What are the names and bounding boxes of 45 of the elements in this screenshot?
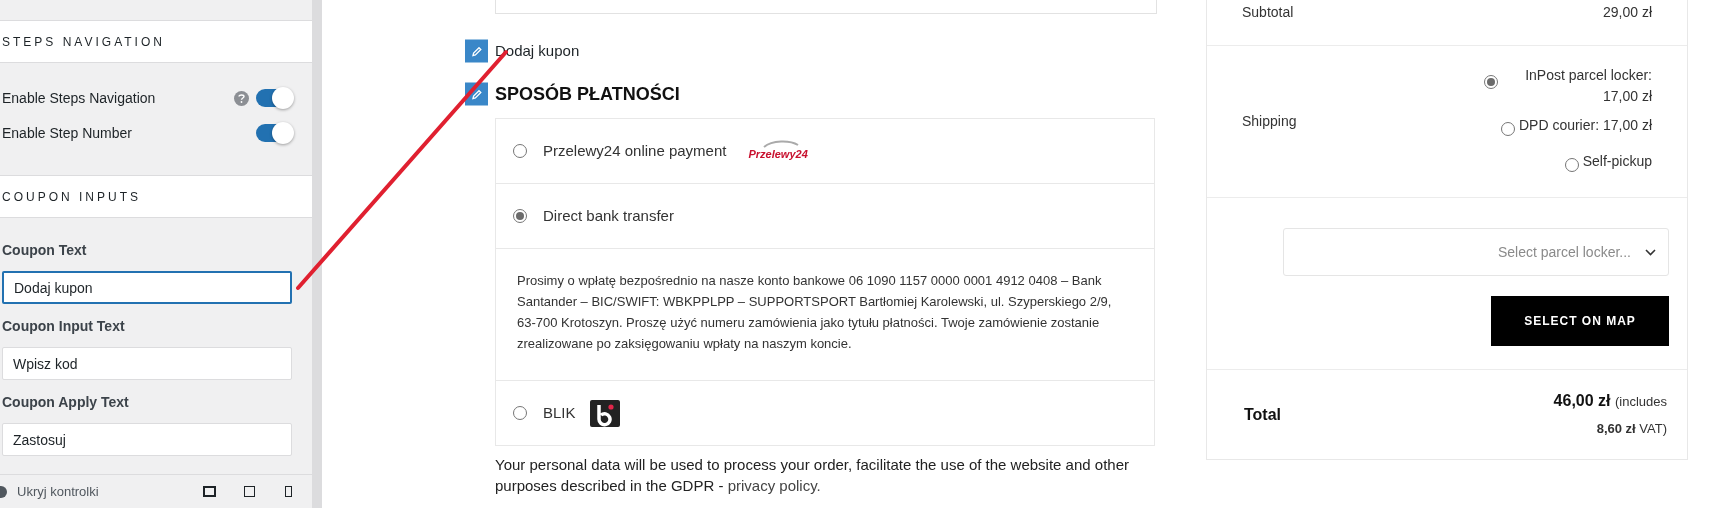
- przelewy24-logo: Przelewy24: [748, 139, 808, 163]
- subtotal-value: 29,00 zł: [1602, 3, 1652, 22]
- text-input[interactable]: Dodaj kupon: [2, 271, 292, 304]
- section-heading: COUPON INPUTS: [2, 188, 141, 206]
- section-heading: STEPS NAVIGATION: [2, 33, 165, 51]
- toggle-label: Enable Step Number: [2, 123, 133, 143]
- toggle-label: Enable Steps Navigation: [2, 88, 157, 108]
- radio-button[interactable]: [513, 406, 527, 420]
- help-icon[interactable]: [234, 90, 249, 106]
- scrollbar[interactable]: [312, 0, 322, 508]
- shipping-option-label[interactable]: DPD courier: 17,00 zł: [1518, 114, 1652, 136]
- radio-button[interactable]: [1500, 121, 1515, 136]
- field-label: Coupon Text: [2, 241, 88, 260]
- toggle-switch[interactable]: [256, 89, 292, 107]
- shipping-label: Shipping: [1242, 112, 1297, 131]
- toggle-switch[interactable]: [256, 124, 292, 142]
- shipping-option-label[interactable]: InPost parcel locker: 17,00 zł: [1502, 64, 1652, 107]
- total-value: 46,00 zł (includes 8,60 zł VAT): [1552, 390, 1667, 438]
- radio-button[interactable]: [513, 209, 527, 223]
- radio-button[interactable]: [1564, 157, 1579, 172]
- edit-icon[interactable]: [465, 39, 488, 63]
- parcel-locker-select[interactable]: Select parcel locker...: [1283, 228, 1669, 276]
- privacy-policy-link[interactable]: privacy policy.: [727, 477, 821, 494]
- text-input[interactable]: Wpisz kod: [2, 347, 292, 380]
- field-label: Coupon Apply Text: [2, 393, 130, 412]
- hide-controls-link[interactable]: Ukryj kontrolki: [17, 481, 203, 502]
- text-input[interactable]: Zastosuj: [2, 423, 292, 456]
- shipping-option-label[interactable]: Self-pickup: [1582, 150, 1652, 172]
- tablet-preview-icon[interactable]: [244, 486, 255, 497]
- mobile-preview-icon[interactable]: [285, 486, 292, 497]
- subtotal-label: Subtotal: [1242, 3, 1294, 22]
- total-label: Total: [1244, 404, 1282, 425]
- select-on-map-button[interactable]: SELECT ON MAP: [1491, 296, 1669, 346]
- bank-transfer-instructions: Prosimy o wpłatę bezpośrednio na nasze konto bankowe 06 1090 1157 0000 0001 4912 0408 – Bank Santander – BIC/SWIFT: WBKPPLPP – SUPPORTSPORT Bartłomiej Karolewski, ul. Szyperskiego 2/9, 63-700 Krotoszyn. Proszę użyć numeru zamówienia jako tytułu płatności. Twoje zamówienie zostanie zrealizowane po zaksięgowaniu wpłaty na naszym koncie.: [517, 272, 1113, 353]
- field-label: Coupon Input Text: [2, 317, 126, 336]
- blik-logo: [589, 399, 620, 427]
- chevron-down-icon: [1645, 248, 1656, 256]
- radio-button[interactable]: [1484, 74, 1498, 89]
- payment-heading: SPOSÓB PŁATNOŚCI: [495, 82, 680, 106]
- payment-method-label[interactable]: Direct bank transfer: [543, 204, 674, 228]
- payment-method-label[interactable]: BLIK: [543, 401, 576, 425]
- payment-method-label[interactable]: Przelewy24 online payment: [543, 139, 727, 163]
- privacy-note: Your personal data will be used to process your order, facilitate the use of the website and other purposes described in the GDPR - privacy policy.: [495, 455, 1130, 496]
- radio-button[interactable]: [513, 144, 527, 158]
- desktop-preview-icon[interactable]: [203, 486, 216, 497]
